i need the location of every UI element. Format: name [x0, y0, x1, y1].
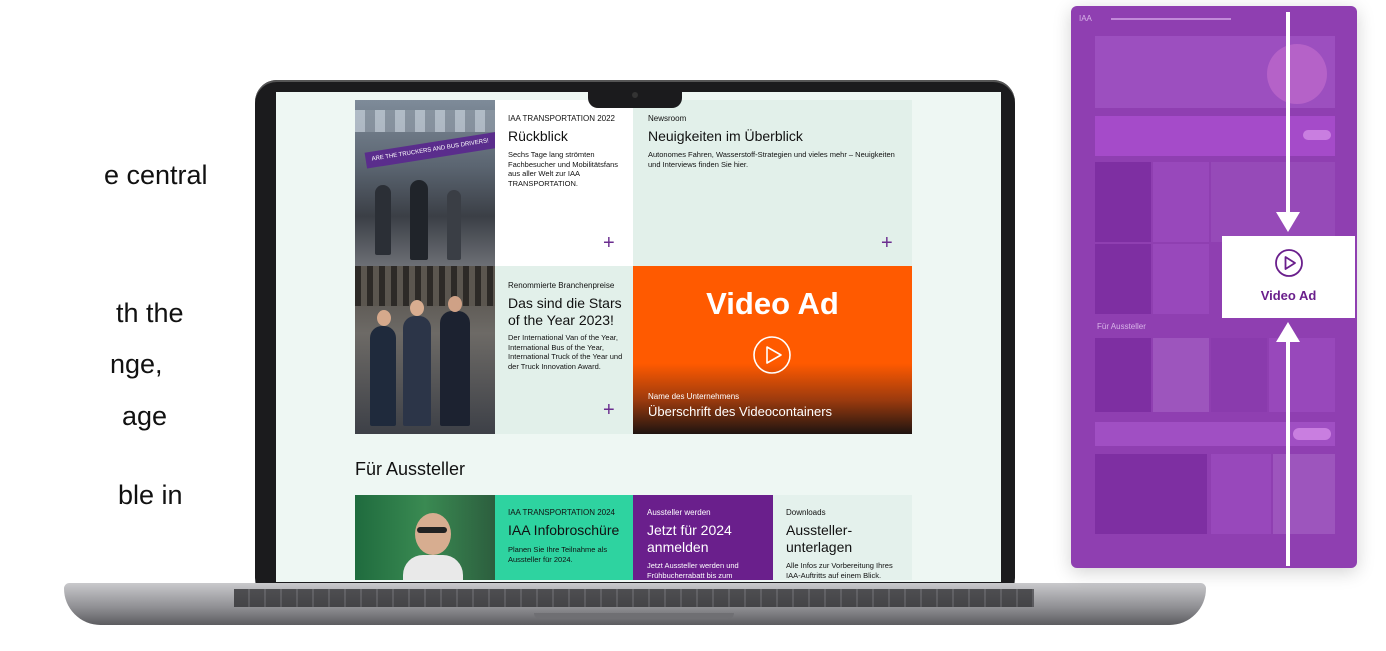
newsroom-card[interactable]: Newsroom Neuigkeiten im Überblick Autono… — [633, 100, 912, 266]
card-title: Das sind die Stars of the Year 2023! — [508, 295, 622, 328]
rueckblick-card[interactable]: IAA TRANSPORTATION 2022 Rückblick Sechs … — [495, 100, 633, 266]
plus-icon[interactable]: + — [881, 232, 893, 255]
photo-banner: ARE THE TRUCKERS AND BUS DRIVERS! — [364, 131, 495, 169]
preview-photo — [1095, 338, 1151, 412]
laptop-lip — [534, 613, 734, 619]
slide-text-line: th the — [116, 298, 184, 328]
video-heading: Überschrift des Videocontainers — [648, 404, 833, 419]
aussteller-card-unterlagen[interactable]: Downloads Aussteller-unterlagen Alle Inf… — [773, 495, 912, 580]
preview-video-ad-card[interactable]: Video Ad — [1222, 236, 1355, 318]
card-eyebrow: IAA TRANSPORTATION 2024 — [508, 508, 615, 517]
card-title: Neuigkeiten im Überblick — [648, 128, 803, 144]
preview-nav — [1111, 18, 1231, 20]
video-ad-card[interactable]: Video Ad Name des Unternehmens Überschri… — [633, 266, 912, 434]
rueckblick-photo[interactable]: ARE THE TRUCKERS AND BUS DRIVERS! — [355, 100, 495, 266]
preview-banner — [1095, 116, 1335, 156]
plus-icon[interactable]: + — [603, 232, 615, 255]
slide-text-line: e central — [104, 160, 208, 190]
preview-photo — [1095, 244, 1151, 314]
laptop-base — [64, 583, 1206, 625]
camera-icon — [632, 92, 638, 98]
plus-icon[interactable]: + — [603, 399, 615, 422]
keyboard — [234, 589, 1034, 607]
preview-hero-badge — [1267, 44, 1327, 104]
preview-section-label: Für Aussteller — [1097, 322, 1146, 331]
preview-tile — [1273, 454, 1335, 534]
slide-text-line: age — [122, 401, 168, 431]
section-heading: Für Aussteller — [355, 459, 466, 479]
card-description: Der International Van of the Year, Inter… — [508, 333, 623, 371]
play-icon[interactable] — [752, 335, 792, 375]
card-eyebrow: Renommierte Branchenpreise — [508, 281, 615, 290]
preview-tile — [1269, 338, 1335, 412]
preview-tile — [1153, 244, 1209, 314]
stars-card[interactable]: Renommierte Branchenpreise Das sind die … — [495, 266, 633, 434]
arrow-up-icon — [1276, 322, 1300, 342]
preview-photo — [1095, 162, 1151, 242]
card-title: Rückblick — [508, 128, 568, 144]
card-description: Planen Sie Ihre Teilnahme als Aussteller… — [508, 545, 608, 564]
card-title: IAA Infobroschüre — [508, 522, 620, 538]
card-eyebrow: IAA TRANSPORTATION 2022 — [508, 114, 615, 123]
preview-strip-button — [1293, 428, 1331, 440]
preview-tile — [1153, 162, 1209, 242]
card-eyebrow: Newsroom — [648, 114, 687, 123]
card-eyebrow: Aussteller werden — [647, 508, 711, 517]
aussteller-card-infobroschuere[interactable]: IAA TRANSPORTATION 2024 IAA Infobroschür… — [495, 495, 633, 580]
video-ad-title: Video Ad — [706, 286, 839, 321]
card-eyebrow: Downloads — [786, 508, 826, 517]
video-company-name: Name des Unternehmens — [648, 392, 740, 401]
slide-text-line: ble in — [118, 480, 183, 510]
preview-tile — [1153, 338, 1209, 412]
preview-tile — [1211, 338, 1267, 412]
stars-photo[interactable] — [355, 266, 495, 434]
card-description: Alle Infos zur Vorbereitung Ihres IAA-Au… — [786, 561, 893, 580]
preview-photo — [1095, 454, 1207, 534]
preview-banner-button — [1303, 130, 1331, 140]
card-description: Sechs Tage lang strömten Fachbesucher un… — [508, 150, 619, 188]
aussteller-photo[interactable] — [355, 495, 495, 580]
play-icon — [1275, 249, 1303, 277]
camera-notch — [588, 86, 682, 108]
preview-logo: IAA — [1079, 14, 1092, 23]
arrow-down-icon — [1276, 212, 1300, 232]
aussteller-card-anmelden[interactable]: Aussteller werden Jetzt für 2024 anmelde… — [633, 495, 773, 580]
arrow-down-line — [1286, 12, 1290, 218]
slide-text-fragment: e central th the nge, age ble in — [0, 0, 240, 651]
slide-text-line: nge, — [110, 349, 163, 379]
card-description: Autonomes Fahren, Wasserstoff-Strategien… — [648, 150, 895, 169]
card-description: Jetzt Aussteller werden und Frühbucherra… — [647, 561, 739, 580]
preview-tile — [1211, 162, 1335, 242]
preview-tile — [1211, 454, 1271, 534]
card-title: Aussteller-unterlagen — [786, 522, 853, 555]
preview-video-ad-label: Video Ad — [1260, 288, 1317, 303]
card-title: Jetzt für 2024 anmelden — [647, 522, 732, 555]
arrow-up-line — [1286, 338, 1290, 566]
